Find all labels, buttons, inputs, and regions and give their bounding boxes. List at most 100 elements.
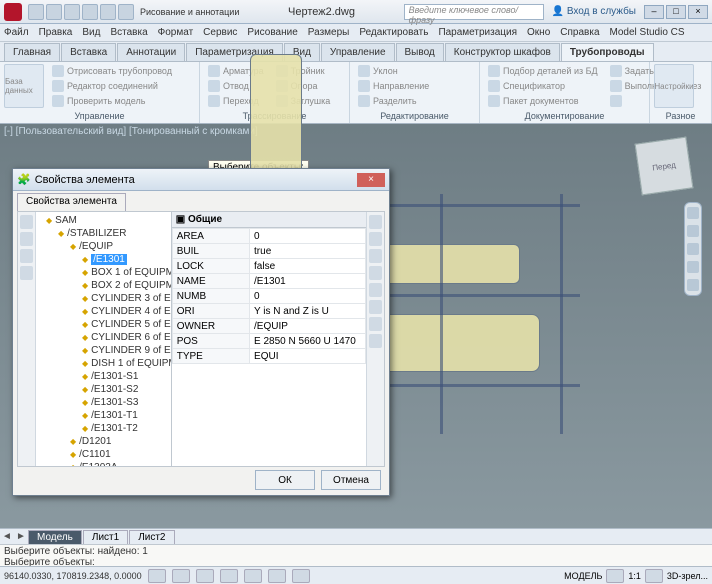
ribbon-command[interactable]: Подбор деталей из БД xyxy=(484,64,602,78)
minimize-button[interactable]: – xyxy=(644,5,664,19)
status-ortho-icon[interactable] xyxy=(196,569,214,583)
menu-item[interactable]: Окно xyxy=(527,27,550,38)
qat-undo-icon[interactable] xyxy=(82,4,98,20)
menu-item[interactable]: Рисование xyxy=(247,27,297,38)
qat-print-icon[interactable] xyxy=(118,4,134,20)
tree-node[interactable]: /E1301-T2 xyxy=(38,422,171,435)
tree-node[interactable]: CYLINDER 6 of EQUIPMEN xyxy=(38,331,171,344)
prop-tool-icon[interactable] xyxy=(369,334,382,348)
menu-item[interactable]: Вставка xyxy=(110,27,147,38)
ribbon-tab[interactable]: Трубопроводы xyxy=(561,43,654,61)
tree-node[interactable]: BOX 2 of EQUIPMENT /E1 xyxy=(38,279,171,292)
workspace-dropdown[interactable]: Рисование и аннотации xyxy=(140,7,239,17)
menu-item[interactable]: Размеры xyxy=(308,27,350,38)
element-tree[interactable]: SAM/STABILIZER/EQUIP/E1301BOX 1 of EQUIP… xyxy=(36,212,171,466)
layout-tab[interactable]: Модель xyxy=(28,530,82,544)
ribbon-command[interactable]: Проверить модель xyxy=(48,94,176,108)
tree-node[interactable]: /STABILIZER xyxy=(38,227,171,240)
property-grid[interactable]: ▣ Общие AREA0BUILtrueLOCKfalseNAME/E1301… xyxy=(172,212,366,466)
tree-node[interactable]: CYLINDER 4 of EQUIPMEN xyxy=(38,305,171,318)
tree-tool-icon[interactable] xyxy=(20,232,33,246)
dialog-close-button[interactable]: × xyxy=(357,173,385,187)
tree-node[interactable]: /EQUIP xyxy=(38,240,171,253)
status-icon[interactable] xyxy=(606,569,624,583)
app-logo[interactable] xyxy=(4,3,22,21)
menu-item[interactable]: Файл xyxy=(4,27,29,38)
command-line[interactable]: Выберите объекты: найдено: 1 Выберите об… xyxy=(0,544,712,566)
cancel-button[interactable]: Отмена xyxy=(321,470,381,490)
status-space[interactable]: МОДЕЛЬ xyxy=(564,571,602,581)
dialog-tab[interactable]: Свойства элемента xyxy=(17,193,126,211)
ribbon-command[interactable]: Пакет документов xyxy=(484,94,602,108)
status-visualstyle[interactable]: 3D-зрел... xyxy=(667,571,708,581)
property-value[interactable]: true xyxy=(250,244,366,259)
tree-node[interactable]: DISH 1 of EQUIPMENT /E xyxy=(38,357,171,370)
tree-node[interactable]: /E1301-S1 xyxy=(38,370,171,383)
tab-scroll-right[interactable]: ► xyxy=(14,531,28,542)
nav-pan-icon[interactable] xyxy=(687,225,699,237)
property-value[interactable]: /E1301 xyxy=(250,274,366,289)
ribbon-tab[interactable]: Конструктор шкафов xyxy=(445,43,560,61)
status-icon[interactable] xyxy=(645,569,663,583)
ribbon-command[interactable]: Уклон xyxy=(354,64,433,78)
settings-button[interactable]: Настройки xyxy=(654,64,694,108)
tree-node[interactable]: CYLINDER 3 of EQUIPMEN xyxy=(38,292,171,305)
tree-node[interactable]: CYLINDER 9 of EQUIPMEN xyxy=(38,344,171,357)
property-value[interactable]: false xyxy=(250,259,366,274)
qat-redo-icon[interactable] xyxy=(100,4,116,20)
ribbon-command[interactable]: Разделить xyxy=(354,94,433,108)
qat-new-icon[interactable] xyxy=(28,4,44,20)
tree-node[interactable]: /E1302A xyxy=(38,461,171,466)
nav-orbit-icon[interactable] xyxy=(687,261,699,273)
status-otrack-icon[interactable] xyxy=(268,569,286,583)
status-snap-icon[interactable] xyxy=(148,569,166,583)
login-link[interactable]: 👤 Вход в службы xyxy=(552,6,636,17)
tab-scroll-left[interactable]: ◄ xyxy=(0,531,14,542)
prop-tool-icon[interactable] xyxy=(369,300,382,314)
prop-tool-icon[interactable] xyxy=(369,249,382,263)
tree-node[interactable]: /E1301-T1 xyxy=(38,409,171,422)
status-osnap-icon[interactable] xyxy=(244,569,262,583)
menu-item[interactable]: Правка xyxy=(39,27,73,38)
status-grid-icon[interactable] xyxy=(172,569,190,583)
prop-tool-icon[interactable] xyxy=(369,215,382,229)
tree-node[interactable]: /C1101 xyxy=(38,448,171,461)
menu-item[interactable]: Вид xyxy=(82,27,100,38)
tree-tool-icon[interactable] xyxy=(20,249,33,263)
tree-node[interactable]: CYLINDER 5 of EQUIPMEN xyxy=(38,318,171,331)
property-value[interactable]: EQUI xyxy=(250,349,366,364)
property-value[interactable]: 0 xyxy=(250,289,366,304)
database-button[interactable]: База данных xyxy=(4,64,44,108)
ribbon-command[interactable]: Редактор соединений xyxy=(48,79,176,93)
ribbon-command[interactable]: Отрисовать трубопровод xyxy=(48,64,176,78)
tree-node[interactable]: /E1301-S2 xyxy=(38,383,171,396)
menu-item[interactable]: Параметризация xyxy=(438,27,517,38)
status-scale[interactable]: 1:1 xyxy=(628,571,641,581)
ribbon-command[interactable]: Направление xyxy=(354,79,433,93)
tree-node[interactable]: BOX 1 of EQUIPMENT /E1 xyxy=(38,266,171,279)
prop-tool-icon[interactable] xyxy=(369,317,382,331)
status-dyn-icon[interactable] xyxy=(292,569,310,583)
nav-showmotion-icon[interactable] xyxy=(687,279,699,291)
prop-tool-icon[interactable] xyxy=(369,232,382,246)
nav-zoom-icon[interactable] xyxy=(687,243,699,255)
tree-node[interactable]: /E1301-S3 xyxy=(38,396,171,409)
nav-wheel-icon[interactable] xyxy=(687,207,699,219)
property-value[interactable]: Y is N and Z is U xyxy=(250,304,366,319)
ribbon-tab[interactable]: Вставка xyxy=(61,43,116,61)
property-group-header[interactable]: ▣ Общие xyxy=(172,212,366,228)
menu-item[interactable]: Редактировать xyxy=(359,27,428,38)
tree-node[interactable]: /E1301 xyxy=(38,253,171,266)
search-input[interactable]: Введите ключевое слово/фразу xyxy=(404,4,544,20)
menu-item[interactable]: Model Studio CS xyxy=(610,27,685,38)
prop-tool-icon[interactable] xyxy=(369,266,382,280)
property-value[interactable]: E 2850 N 5660 U 1470 xyxy=(250,334,366,349)
qat-save-icon[interactable] xyxy=(64,4,80,20)
menu-item[interactable]: Справка xyxy=(560,27,599,38)
ok-button[interactable]: ОК xyxy=(255,470,315,490)
dialog-titlebar[interactable]: 🧩 Свойства элемента × xyxy=(13,169,389,191)
status-polar-icon[interactable] xyxy=(220,569,238,583)
ribbon-tab[interactable]: Аннотации xyxy=(117,43,185,61)
menu-item[interactable]: Формат xyxy=(158,27,194,38)
property-value[interactable]: /EQUIP xyxy=(250,319,366,334)
